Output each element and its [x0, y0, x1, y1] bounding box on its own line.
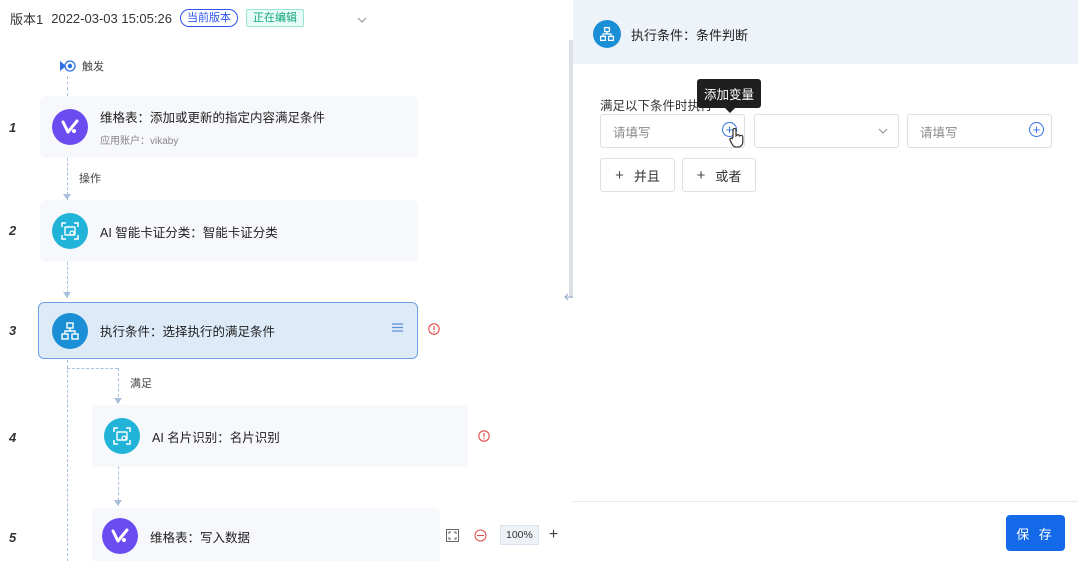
- current-version-badge: 当前版本: [179, 9, 238, 27]
- condition-branch-icon: [593, 20, 621, 48]
- step-number: 4: [9, 430, 17, 445]
- step-number: 5: [9, 530, 17, 545]
- error-icon[interactable]: [428, 323, 440, 335]
- condition-operator-select[interactable]: [754, 114, 899, 148]
- step-title: 维格表：添加或更新的指定内容满足条件: [100, 111, 326, 125]
- step-card-vika-write[interactable]: 维格表：写入数据: [92, 508, 440, 561]
- step-title: AI 名片识别：名片识别: [152, 430, 280, 445]
- edge-label-satisfied: 满足: [130, 378, 152, 390]
- step-card-ai-bizcard[interactable]: AI 名片识别：名片识别: [92, 405, 468, 467]
- fit-view-icon[interactable]: [444, 527, 460, 543]
- footer-divider: [573, 501, 1078, 502]
- chevron-down-icon: [878, 128, 888, 134]
- trigger-label: 触发: [82, 61, 104, 73]
- step-card-condition-selected[interactable]: 执行条件：选择执行的满足条件: [38, 302, 418, 359]
- hand-cursor-icon: [729, 128, 744, 148]
- version-dropdown-chevron-icon[interactable]: [357, 12, 367, 23]
- edge-label-operation: 操作: [79, 173, 101, 185]
- step-number: 2: [9, 223, 17, 238]
- and-condition-button[interactable]: + 并且: [600, 158, 675, 192]
- step-title: 执行条件：选择执行的满足条件: [100, 325, 276, 339]
- editing-status-badge: 正在编辑: [245, 9, 304, 27]
- or-label: 或者: [715, 168, 742, 184]
- branch-trunk-line: [67, 360, 68, 561]
- condition-branch-icon: [52, 312, 88, 349]
- add-variable-button[interactable]: +: [1029, 122, 1044, 137]
- branch-horizontal-line: [67, 368, 118, 369]
- step-account: 应用账户：vikaby: [100, 136, 179, 147]
- ai-scan-icon: [104, 418, 140, 454]
- step-title: AI 智能卡证分类：智能卡证分类: [100, 225, 278, 240]
- trigger-node[interactable]: 触发: [60, 58, 104, 74]
- step-number: 3: [9, 323, 17, 338]
- input-placeholder: 请填写: [613, 125, 651, 140]
- version-bar: 版本1 2022-03-03 15:05:26 当前版本 正在编辑: [10, 8, 304, 28]
- plus-icon: +: [615, 166, 624, 184]
- step-card-ai-id-classify[interactable]: AI 智能卡证分类：智能卡证分类: [40, 200, 418, 262]
- ai-scan-icon: [52, 213, 88, 249]
- step-card-vika-trigger[interactable]: 维格表：添加或更新的指定内容满足条件 应用账户：vikaby: [40, 96, 418, 158]
- plus-icon: +: [696, 166, 706, 184]
- save-button[interactable]: 保 存: [1006, 515, 1065, 551]
- zoom-in-button[interactable]: +: [549, 527, 558, 543]
- connector-arrow: [114, 398, 122, 404]
- add-variable-tooltip: 添加变量: [697, 79, 762, 113]
- or-condition-button[interactable]: + 或者: [682, 158, 756, 192]
- zoom-level: 100%: [500, 525, 539, 545]
- connector-line: [67, 76, 68, 96]
- menu-icon[interactable]: [392, 323, 403, 332]
- connector-arrow: [114, 500, 122, 506]
- step-title: 维格表：写入数据: [150, 530, 251, 545]
- condition-label: 满足以下条件时执行: [600, 99, 713, 113]
- trigger-icon: [60, 58, 76, 74]
- panel-title: 执行条件：条件判断: [631, 28, 749, 43]
- zoom-controls: 100% +: [444, 524, 558, 546]
- zoom-out-icon[interactable]: [472, 527, 488, 543]
- input-placeholder: 请填写: [920, 125, 958, 140]
- connector-arrow: [63, 292, 71, 298]
- version-name: 版本1: [10, 11, 44, 27]
- vika-logo-icon: [52, 109, 88, 145]
- vika-logo-icon: [102, 518, 138, 554]
- error-icon[interactable]: [478, 430, 490, 442]
- step-number: 1: [9, 120, 17, 135]
- version-datetime: 2022-03-03 15:05:26: [51, 10, 172, 26]
- connector-line: [118, 368, 119, 402]
- workflow-canvas: 版本1 2022-03-03 15:05:26 当前版本 正在编辑 触发 操作: [0, 0, 580, 561]
- condition-panel: 执行条件：条件判断 满足以下条件时执行 添加变量 请填写 + 请填写 + + 并…: [573, 0, 1078, 561]
- and-label: 并且: [633, 168, 660, 184]
